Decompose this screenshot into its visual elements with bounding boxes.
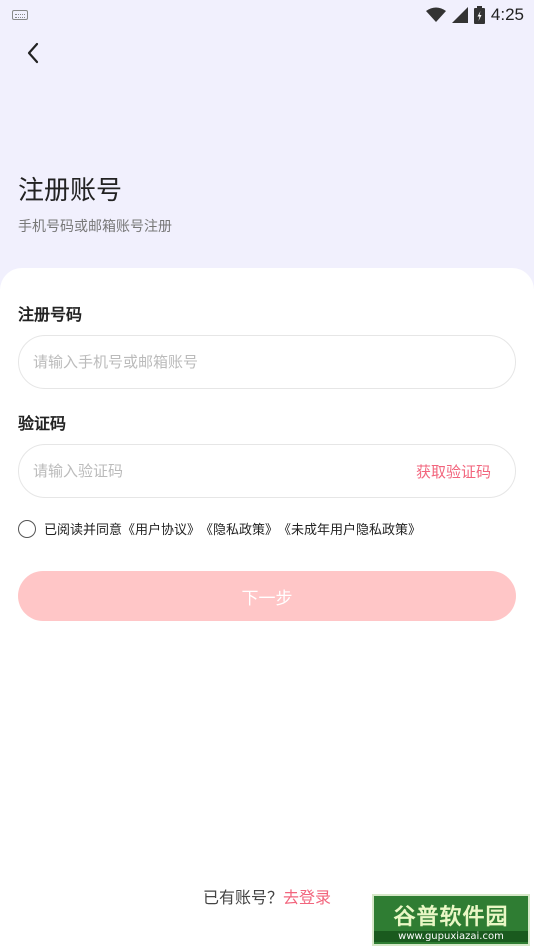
code-label: 验证码 [18,414,67,433]
page-subtitle: 手机号码或邮箱账号注册 [18,219,172,235]
code-input-box[interactable]: 获取验证码 [18,444,516,498]
watermark-title: 谷普软件园 [393,904,509,930]
battery-icon [473,6,485,24]
phone-label: 注册号码 [18,305,83,324]
chevron-left-icon [27,42,39,64]
agreement-row: 已阅读并同意 《用户协议》 《隐私政策》 《未成年用户隐私政策》 [18,519,421,538]
page-title: 注册账号 [18,176,123,206]
watermark-logo: 谷普软件园 www.gupuxiazai.com [372,894,530,946]
user-agreement-link[interactable]: 《用户协议》 [122,519,200,538]
status-time: 4:25 [490,5,524,24]
has-account-text: 已有账号？ [202,888,283,907]
status-bar: 4:25 [0,0,534,30]
next-button[interactable]: 下一步 [18,571,516,621]
keyboard-icon [12,10,28,20]
agreement-prefix: 已阅读并同意 [44,523,123,538]
phone-input-box[interactable] [18,335,516,389]
back-button[interactable] [18,38,48,68]
watermark-url: www.gupuxiazai.com [374,930,528,942]
privacy-policy-link[interactable]: 《隐私政策》 [200,519,278,538]
get-code-button[interactable]: 获取验证码 [416,461,501,482]
minor-privacy-policy-link[interactable]: 《未成年用户隐私政策》 [278,519,421,538]
form-card: 注册号码 验证码 获取验证码 已阅读并同意 《用户协议》 《隐私政策》 《未成年… [0,268,534,950]
signal-icon [451,7,468,23]
header: 注册账号 手机号码或邮箱账号注册 [0,30,534,270]
phone-input[interactable] [33,353,501,371]
code-input[interactable] [33,462,416,480]
wifi-icon [425,7,446,22]
login-link[interactable]: 去登录 [283,884,331,908]
agreement-checkbox[interactable] [18,519,36,538]
